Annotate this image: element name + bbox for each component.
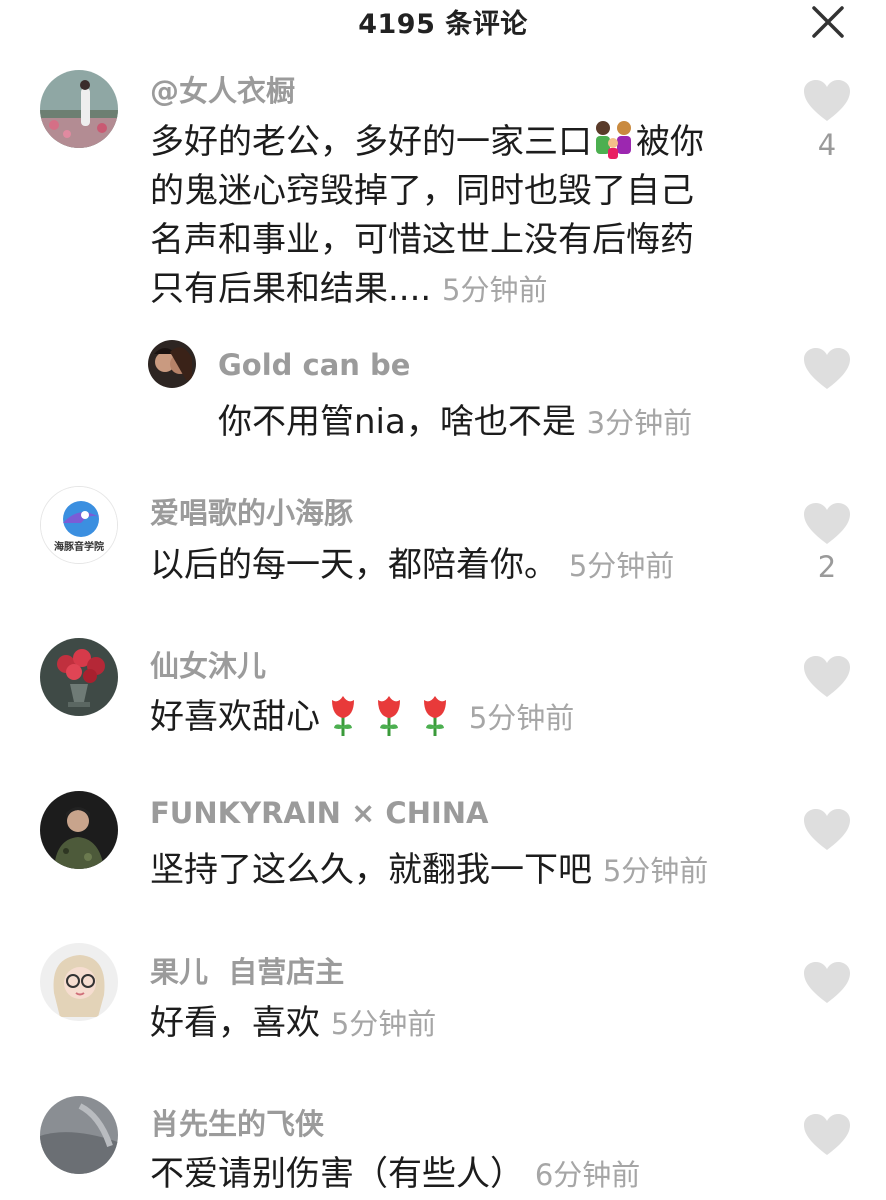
comment-time: 3分钟前 — [586, 406, 693, 440]
heart-icon[interactable] — [804, 962, 850, 1004]
comment-username[interactable]: Gold can be — [218, 348, 410, 382]
comment-username[interactable]: 果儿 自营店主 — [150, 949, 344, 991]
avatar[interactable]: 海豚音学院 — [40, 486, 118, 564]
comment-time: 6分钟前 — [534, 1158, 641, 1192]
comment-text-body: 你不用管nia，啥也不是 — [218, 402, 587, 442]
heart-icon[interactable] — [804, 656, 850, 698]
comment-username[interactable]: 肖先生的飞侠 — [150, 1101, 324, 1143]
comment-text: 以后的每一天，都陪着你。 5分钟前 — [150, 541, 790, 591]
comment-text: 好喜欢甜心 5分钟前 — [150, 693, 790, 743]
comment-count-title: 4195 条评论 — [358, 9, 528, 40]
heart-icon[interactable] — [804, 1114, 850, 1156]
comment-username[interactable]: 仙女沐儿 — [150, 643, 266, 685]
avatar-label: 海豚音学院 — [54, 542, 104, 553]
comment-text-body: 不爱请别伤害（有些人） — [150, 1154, 524, 1194]
comment-text: 坚持了这么久，就翻我一下吧 5分钟前 — [150, 846, 790, 896]
rose-emoji — [332, 696, 354, 736]
comment-text-body: 以后的每一天，都陪着你。 — [150, 545, 569, 585]
comment-time: 5分钟前 — [468, 701, 575, 735]
comment-username[interactable]: 爱唱歌的小海豚 — [150, 490, 353, 532]
comment-text-body: 坚持了这么久，就翻我一下吧 — [150, 850, 603, 890]
comment-time: 5分钟前 — [568, 549, 675, 583]
avatar[interactable] — [40, 1096, 118, 1174]
comment-username[interactable]: @女人衣橱 — [150, 68, 295, 110]
heart-icon[interactable] — [804, 80, 850, 122]
family-emoji — [596, 121, 631, 159]
heart-icon[interactable] — [804, 348, 850, 390]
comment-time: 5分钟前 — [602, 854, 709, 888]
comment-text: 好看，喜欢 5分钟前 — [150, 999, 790, 1049]
comment-time: 5分钟前 — [330, 1007, 437, 1041]
rose-emoji — [378, 696, 400, 736]
avatar[interactable] — [40, 943, 118, 1021]
heart-icon[interactable] — [804, 809, 850, 851]
comment-text: 多好的老公，多好的一家三口 被你 的鬼迷心窍毁掉了，同时也毁了自己 名声和事业，可… — [150, 118, 790, 315]
comment-text-body: 好喜欢甜心 — [150, 697, 320, 737]
like-count: 4 — [817, 128, 837, 162]
comment-text: 你不用管nia，啥也不是 3分钟前 — [218, 398, 778, 448]
comment-text-part1: 多好的老公，多好的一家三口 — [150, 122, 592, 162]
comment-time: 5分钟前 — [442, 273, 548, 307]
avatar[interactable] — [40, 791, 118, 869]
avatar[interactable] — [148, 340, 196, 388]
like-count: 2 — [817, 550, 837, 584]
avatar[interactable] — [40, 638, 118, 716]
comment-text-body: 好看，喜欢 — [150, 1003, 331, 1043]
comment-username[interactable]: FUNKYRAIN × CHINA — [150, 796, 488, 830]
rose-emoji — [424, 696, 446, 736]
close-icon[interactable] — [810, 4, 846, 40]
heart-icon[interactable] — [804, 503, 850, 545]
comment-text: 不爱请别伤害（有些人） 6分钟前 — [150, 1150, 790, 1200]
comments-header: 4195 条评论 — [0, 0, 886, 46]
avatar[interactable] — [40, 70, 118, 148]
